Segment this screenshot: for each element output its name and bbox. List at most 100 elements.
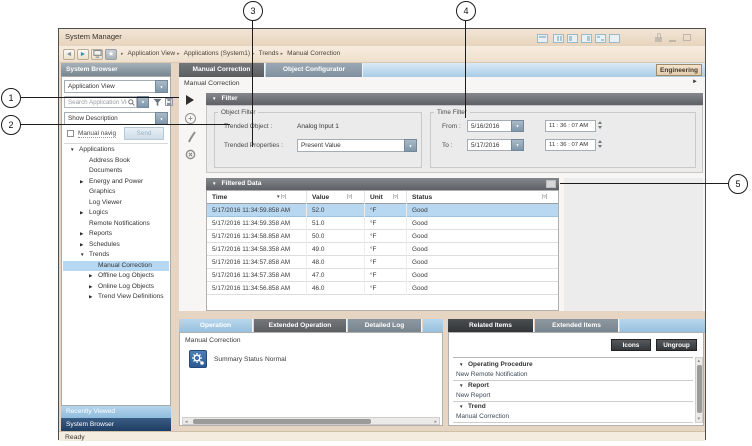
send-button[interactable]: Send <box>124 127 164 140</box>
back-button[interactable]: ◄ <box>63 49 75 60</box>
filter-section-header[interactable]: Filter <box>206 93 703 105</box>
maximize-icon[interactable] <box>683 34 691 41</box>
tab-bar-filler <box>423 319 443 333</box>
view-selector-dropdown-button[interactable] <box>155 80 168 93</box>
tree-item[interactable]: Reports <box>63 229 169 240</box>
recently-viewed-tab[interactable]: Recently Viewed <box>61 406 171 418</box>
breadcrumb-item[interactable]: Applications (System1) <box>177 50 250 57</box>
view-selector[interactable]: Application View <box>64 80 156 93</box>
tree-item[interactable]: Schedules <box>63 240 169 251</box>
navigation-toolbar: ◄ ► ★ Application ViewApplications (Syst… <box>59 46 705 63</box>
to-time-field[interactable]: 11 : 36 : 07 AM <box>545 139 596 151</box>
from-date-field[interactable]: 5/16/2016 <box>467 120 512 132</box>
trended-properties-dropdown-button[interactable] <box>404 139 417 152</box>
vertical-scrollbar[interactable]: ▴ ▾ <box>695 357 703 423</box>
from-date-dropdown-button[interactable] <box>511 120 524 132</box>
column-header-value[interactable]: Value|▿| <box>307 191 365 204</box>
related-item-link[interactable]: New Report <box>453 391 693 401</box>
scroll-up-icon[interactable]: ▴ <box>698 358 701 364</box>
tree-item[interactable]: Offline Log Objects <box>63 271 169 282</box>
system-browser-tab[interactable]: System Browser <box>61 418 171 431</box>
trended-properties-select[interactable]: Present Value <box>297 139 405 152</box>
favorites-button[interactable]: ★ <box>105 49 117 60</box>
to-time-spinner[interactable] <box>596 139 603 151</box>
system-browser-header: System Browser <box>61 63 171 76</box>
table-row[interactable]: 5/17/2016 11:34:59.358 AM 51.0 °F Good <box>207 217 558 230</box>
to-date-field[interactable]: 5/17/2016 <box>467 139 512 151</box>
tab-extended-items[interactable]: Extended Items <box>535 319 619 333</box>
tree-item[interactable]: Online Log Objects <box>63 282 169 293</box>
forward-button[interactable]: ► <box>77 49 89 60</box>
apply-button[interactable] <box>186 95 194 105</box>
layout-two-pane-icon[interactable] <box>567 34 578 43</box>
related-group-label: Report <box>453 381 693 391</box>
minimize-icon[interactable] <box>669 40 676 42</box>
tab-related-items[interactable]: Related Items <box>448 319 534 333</box>
column-header-unit[interactable]: Unit|▿| <box>365 191 407 204</box>
breadcrumb-item[interactable]: Manual Correction <box>281 50 341 57</box>
table-row[interactable]: 5/17/2016 11:34:58.358 AM 49.0 °F Good <box>207 243 558 256</box>
engineering-mode-button[interactable]: Engineering <box>656 64 702 76</box>
cancel-button[interactable] <box>185 149 196 160</box>
title-bar[interactable]: System Manager <box>59 29 705 46</box>
tree-item-label: Graphics <box>89 188 115 195</box>
edit-button[interactable] <box>188 131 196 143</box>
add-button[interactable] <box>185 113 196 124</box>
expand-right-icon[interactable]: ► <box>692 79 698 85</box>
manual-navigation-checkbox[interactable] <box>67 130 74 137</box>
tab-extended-operation[interactable]: Extended Operation <box>254 319 347 333</box>
tab-operation[interactable]: Operation <box>179 319 253 333</box>
breadcrumb-item[interactable]: Trends <box>252 50 279 57</box>
tree-item[interactable]: Remote Notifications <box>63 219 169 230</box>
cell-unit: °F <box>365 204 407 217</box>
table-row[interactable]: 5/17/2016 11:34:59.858 AM 52.0 °F Good <box>207 204 558 217</box>
ungroup-button[interactable]: Ungroup <box>656 339 697 351</box>
tree-item[interactable]: Energy and Power <box>63 177 169 188</box>
breadcrumb-item[interactable]: Application View <box>121 50 175 57</box>
tree-item[interactable]: Graphics <box>63 187 169 198</box>
tree-item[interactable]: Logics <box>63 208 169 219</box>
column-header-time[interactable]: Time▾ |▿| <box>207 191 307 204</box>
to-date-dropdown-button[interactable] <box>511 139 524 151</box>
cell-status: Good <box>407 217 560 230</box>
scroll-right-icon[interactable]: ▸ <box>434 419 437 425</box>
filter-funnel-icon[interactable] <box>153 98 162 107</box>
tree-item[interactable]: Manual Correction <box>63 261 169 272</box>
scroll-left-icon[interactable]: ◂ <box>185 419 188 425</box>
tree-item[interactable]: Trends <box>63 250 169 261</box>
layout-single-pane-icon[interactable] <box>609 34 620 43</box>
scrollbar-thumb[interactable] <box>697 365 702 413</box>
layout-side-pane-icon[interactable] <box>581 34 592 43</box>
horizontal-scrollbar[interactable]: ◂ ▸ <box>182 417 440 425</box>
related-item-link[interactable]: Manual Correction <box>453 412 693 422</box>
cell-time: 5/17/2016 11:34:58.858 AM <box>207 230 307 243</box>
tree-item[interactable]: Applications <box>63 145 169 156</box>
table-row[interactable]: 5/17/2016 11:34:57.358 AM 47.0 °F Good <box>207 269 558 282</box>
layout-columns-icon[interactable] <box>553 34 564 43</box>
tree-item[interactable]: Log Viewer <box>63 198 169 209</box>
from-time-field[interactable]: 11 : 36 : 07 AM <box>545 120 596 132</box>
filtered-data-section-header[interactable]: Filtered Data <box>206 178 559 190</box>
operation-settings-icon[interactable] <box>189 350 207 368</box>
tree-item[interactable]: Documents <box>63 166 169 177</box>
from-time-spinner[interactable] <box>596 120 603 132</box>
dock-top-icon[interactable] <box>537 34 548 43</box>
cell-value: 50.0 <box>307 230 365 243</box>
tree-item[interactable]: Trend View Definitions <box>63 292 169 303</box>
scrollbar-thumb[interactable] <box>193 419 371 424</box>
icons-button[interactable]: Icons <box>611 339 651 351</box>
panel-options-button[interactable] <box>546 180 556 188</box>
callout-line-4 <box>465 21 466 118</box>
tab-object-configurator[interactable]: Object Configurator <box>266 63 363 77</box>
tab-detailed-log[interactable]: Detailed Log <box>348 319 422 333</box>
tree-item[interactable]: Address Book <box>63 156 169 167</box>
table-row[interactable]: 5/17/2016 11:34:56.858 AM 46.0 °F Good <box>207 282 558 295</box>
display-button[interactable] <box>91 49 103 60</box>
table-row[interactable]: 5/17/2016 11:34:57.858 AM 48.0 °F Good <box>207 256 558 269</box>
table-row[interactable]: 5/17/2016 11:34:58.858 AM 50.0 °F Good <box>207 230 558 243</box>
related-item-link[interactable]: New Remote Notification <box>453 370 693 380</box>
save-search-icon[interactable] <box>165 98 173 106</box>
scroll-down-icon[interactable]: ▾ <box>698 416 701 422</box>
column-header-status[interactable]: Status|▿| <box>407 191 560 204</box>
layout-four-pane-icon[interactable] <box>595 34 606 43</box>
